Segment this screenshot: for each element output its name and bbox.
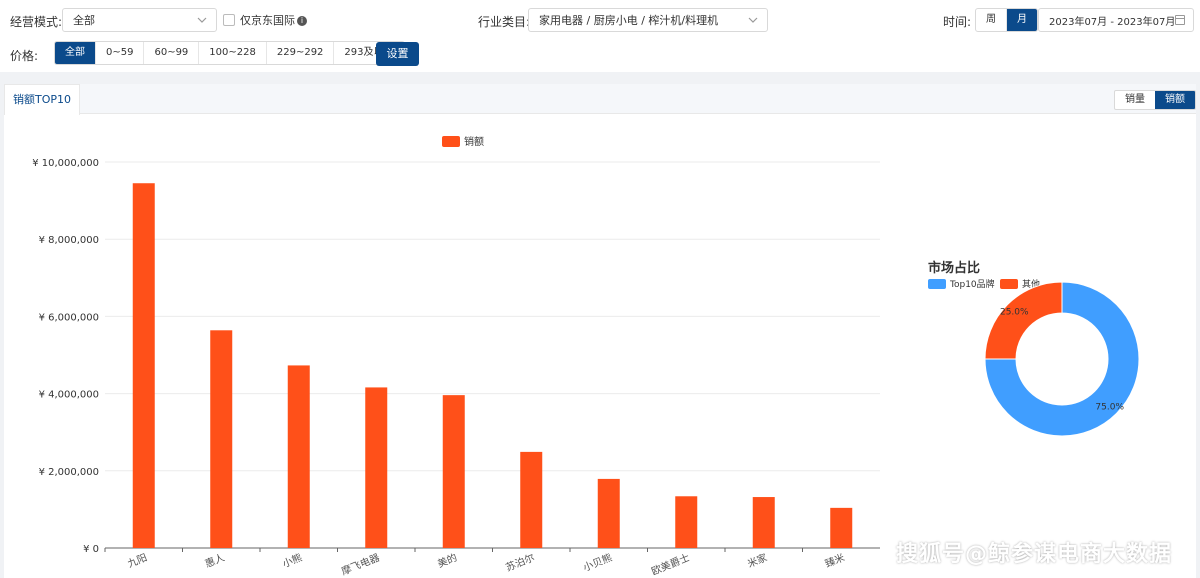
settings-button[interactable]: 设置 [376, 42, 419, 66]
metric-amount-option[interactable]: 销额 [1155, 91, 1195, 109]
legend-swatch [442, 136, 460, 147]
price-option-60-99[interactable]: 60~99 [144, 42, 200, 64]
y-tick-label: ¥ 10,000,000 [32, 158, 99, 169]
pie-legend-swatch [928, 279, 946, 289]
info-icon: i [297, 16, 307, 26]
industry-select-value: 家用电器 / 厨房小电 / 榨汁机/料理机 [539, 14, 719, 27]
x-tick-label: 小贝熊 [581, 551, 614, 574]
x-tick-label: 摩飞电器 [339, 551, 381, 578]
industry-label: 行业类目: [478, 15, 531, 29]
x-tick-label: 美的 [435, 551, 458, 571]
price-label: 价格: [10, 49, 39, 63]
mode-select-value: 全部 [73, 14, 95, 27]
mode-select[interactable]: 全部 [62, 8, 217, 32]
y-tick-label: ¥ 8,000,000 [39, 235, 99, 246]
period-month-option[interactable]: 月 [1007, 9, 1037, 31]
bar [287, 365, 310, 548]
pie-legend-swatch [1000, 279, 1018, 289]
bar [365, 387, 388, 548]
jd-intl-label: 仅京东国际 i [240, 12, 307, 28]
tab-bar: 销额TOP10 销量 销额 [4, 84, 1196, 115]
pie-slice-label: 75.0% [1095, 403, 1124, 413]
y-tick-label: ¥ 0 [83, 544, 99, 555]
x-tick-label: 九阳 [126, 552, 149, 571]
y-tick-label: ¥ 6,000,000 [39, 312, 99, 323]
pie-slice-label: 25.0% [1000, 307, 1029, 317]
legend-label: 销额 [464, 135, 484, 148]
bar [132, 183, 155, 549]
period-week-option[interactable]: 周 [976, 9, 1007, 31]
calendar-icon [1175, 15, 1185, 25]
bar [830, 507, 853, 548]
metric-volume-option[interactable]: 销量 [1115, 91, 1155, 109]
metric-toggle: 销量 销额 [1114, 90, 1196, 110]
price-option-229-292[interactable]: 229~292 [267, 42, 335, 64]
x-tick-label: 欧美爵士 [649, 551, 691, 578]
price-option-all[interactable]: 全部 [55, 42, 96, 64]
price-option-100-228[interactable]: 100~228 [199, 42, 267, 64]
filter-bar: 经营模式: 全部 仅京东国际 i 行业类目: 家用电器 / 厨房小电 / 榨汁机/… [0, 0, 1200, 72]
x-tick-label: 苏泊尔 [504, 551, 537, 574]
tab-sales-amount-top10[interactable]: 销额TOP10 [4, 84, 81, 115]
date-range-picker[interactable]: 2023年07月 - 2023年07月 [1038, 8, 1194, 32]
x-tick-label: 臻米 [823, 551, 846, 571]
pie-chart: 市场占比Top10品牌 其他75.0%25.0% [928, 260, 1140, 437]
watermark-text: 搜狐号@鲸参谋电商大数据 [895, 542, 1172, 567]
pie-legend-label: Top10品牌 [949, 278, 995, 290]
chevron-down-icon [197, 17, 207, 23]
bar-chart: ¥ 0 ¥ 2,000,000 ¥ 4,000,000 ¥ 6,000,000 ¥ 8,… [32, 135, 880, 578]
period-toggle: 周 月 [975, 8, 1038, 32]
y-tick-label: ¥ 4,000,000 [39, 390, 99, 401]
bar [597, 478, 620, 548]
price-option-0-59[interactable]: 0~59 [96, 42, 145, 64]
pie-title: 市场占比 [928, 260, 980, 276]
industry-select[interactable]: 家用电器 / 厨房小电 / 榨汁机/料理机 [528, 8, 768, 32]
jd-intl-checkbox[interactable] [223, 14, 235, 26]
mode-label: 经营模式: [10, 15, 63, 29]
x-tick-label: 米家 [745, 551, 768, 571]
bar [520, 451, 543, 548]
bar [675, 496, 698, 548]
bar [210, 330, 233, 548]
date-range-value: 2023年07月 - 2023年07月 [1049, 16, 1176, 28]
x-tick-label: 惠人 [203, 551, 226, 571]
bar [752, 497, 775, 548]
chevron-down-icon [748, 17, 758, 23]
pie-slice [984, 281, 1063, 360]
x-tick-label: 小熊 [280, 551, 303, 571]
time-label: 时间: [943, 15, 972, 29]
y-tick-label: ¥ 2,000,000 [39, 467, 99, 478]
price-range-filter: 全部 0~59 60~99 100~228 229~292 293及以上 [54, 41, 405, 65]
bar [442, 395, 465, 548]
